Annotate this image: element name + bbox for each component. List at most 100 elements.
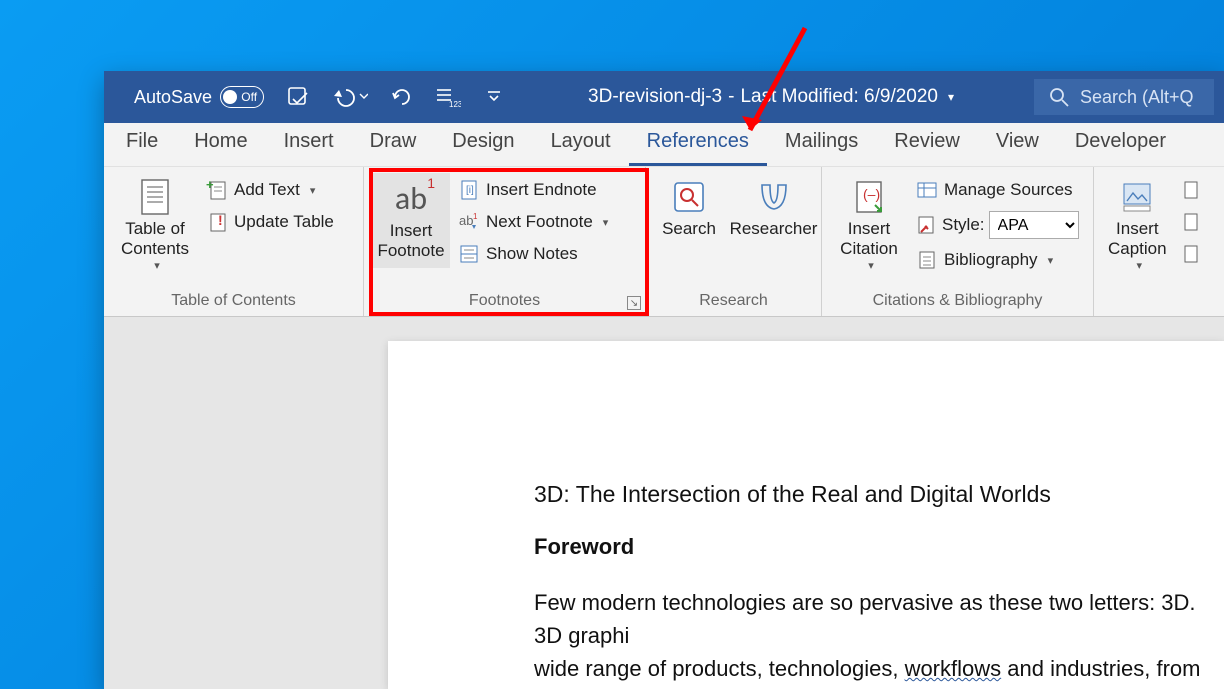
add-text-button[interactable]: + Add Text ▾	[202, 177, 338, 203]
group-label-toc: Table of Contents	[112, 288, 355, 316]
insert-endnote-button[interactable]: [i] Insert Endnote	[454, 177, 612, 203]
insert-footnote-icon: ab 1	[395, 179, 427, 219]
insert-citation-label: Insert Citation	[840, 219, 898, 260]
insert-caption-button[interactable]: Insert Caption▾	[1102, 173, 1173, 277]
update-table-label: Update Table	[234, 212, 334, 232]
tab-view[interactable]: View	[978, 120, 1057, 166]
group-label-citations: Citations & Bibliography	[830, 288, 1085, 316]
svg-text:(–): (–)	[863, 186, 880, 202]
chevron-down-icon: ▾	[310, 184, 316, 197]
autosave-control[interactable]: AutoSave Off	[134, 86, 264, 108]
group-label-footnotes: Footnotes	[372, 288, 637, 316]
svg-text:123: 123	[449, 100, 461, 108]
tab-mailings[interactable]: Mailings	[767, 120, 876, 166]
tab-layout[interactable]: Layout	[533, 120, 629, 166]
group-citations: (–) Insert Citation▾ Manage Sources	[822, 167, 1094, 316]
chevron-down-icon: ▾	[868, 260, 874, 273]
manage-sources-label: Manage Sources	[944, 180, 1073, 200]
next-footnote-label: Next Footnote	[486, 212, 593, 232]
doc-body: Few modern technologies are so pervasive…	[534, 586, 1224, 689]
next-footnote-icon: ab1	[458, 211, 480, 233]
tab-home[interactable]: Home	[176, 120, 265, 166]
style-dropdown[interactable]: Style: APA	[912, 209, 1083, 241]
style-label: Style:	[942, 215, 985, 235]
autosave-state: Off	[241, 90, 257, 104]
style-select[interactable]: APA	[989, 211, 1079, 239]
doc-icon	[1181, 243, 1203, 265]
svg-text:+: +	[206, 179, 214, 192]
doc-title: 3D: The Intersection of the Real and Dig…	[534, 481, 1224, 508]
insert-endnote-icon: [i]	[458, 179, 480, 201]
svg-text:!: !	[218, 212, 223, 228]
tab-references[interactable]: References	[629, 120, 767, 166]
tab-design[interactable]: Design	[434, 120, 532, 166]
toc-label: Table of Contents	[121, 219, 189, 260]
caption-extra-3[interactable]	[1177, 241, 1207, 267]
doc-name: 3D-revision-dj-3	[588, 86, 722, 108]
table-of-contents-button[interactable]: Table of Contents▾	[112, 173, 198, 277]
body-text: Few modern technologies are so pervasive…	[534, 590, 1196, 648]
svg-text:1: 1	[473, 212, 478, 221]
caption-extra-1[interactable]	[1177, 177, 1207, 203]
add-text-icon: +	[206, 179, 228, 201]
show-notes-label: Show Notes	[486, 244, 578, 264]
title-bar: AutoSave Off 123 3D-revision-	[104, 71, 1224, 123]
update-table-icon: !	[206, 211, 228, 233]
search-placeholder: Search (Alt+Q	[1080, 87, 1194, 108]
group-research: Search Researcher Research	[646, 167, 822, 316]
tab-developer[interactable]: Developer	[1057, 120, 1184, 166]
tab-draw[interactable]: Draw	[352, 120, 435, 166]
ribbon-tabs: File Home Insert Draw Design Layout Refe…	[104, 123, 1224, 167]
undo-icon[interactable]	[330, 83, 370, 111]
bibliography-icon	[916, 249, 938, 271]
insert-citation-icon: (–)	[849, 177, 889, 217]
researcher-label: Researcher	[730, 219, 818, 239]
chevron-down-icon: ▾	[154, 260, 160, 273]
insert-caption-label: Insert Caption	[1108, 219, 1167, 260]
chevron-down-icon: ▾	[1048, 254, 1054, 267]
chevron-down-icon: ▾	[1137, 260, 1143, 273]
autosave-toggle[interactable]: Off	[220, 86, 264, 108]
window-title: 3D-revision-dj-3 - Last Modified: 6/9/20…	[508, 86, 1034, 108]
manage-sources-icon	[916, 179, 938, 201]
insert-citation-button[interactable]: (–) Insert Citation▾	[830, 173, 908, 277]
footnotes-dialog-launcher[interactable]: ↘	[627, 296, 641, 310]
document-canvas[interactable]: 3D: The Intersection of the Real and Dig…	[104, 317, 1224, 689]
paragraph-spacing-icon[interactable]: 123	[434, 83, 462, 111]
modified-label[interactable]: Last Modified: 6/9/2020	[740, 86, 938, 108]
tab-review[interactable]: Review	[876, 120, 978, 166]
next-footnote-button[interactable]: ab1 Next Footnote ▾	[454, 209, 612, 235]
search-button[interactable]: Search	[654, 173, 724, 243]
add-text-label: Add Text	[234, 180, 300, 200]
caption-extra-2[interactable]	[1177, 209, 1207, 235]
customize-qat-icon[interactable]	[480, 83, 508, 111]
page[interactable]: 3D: The Intersection of the Real and Dig…	[388, 341, 1224, 689]
researcher-button[interactable]: Researcher	[734, 173, 813, 243]
manage-sources-button[interactable]: Manage Sources	[912, 177, 1083, 203]
body-text: wide range of products, technologies,	[534, 656, 905, 681]
quick-access-toolbar: 123	[284, 83, 508, 111]
tab-file[interactable]: File	[108, 120, 176, 166]
search-label: Search	[662, 219, 716, 239]
doc-icon	[1181, 211, 1203, 233]
show-notes-button[interactable]: Show Notes	[454, 241, 612, 267]
spellcheck-flag[interactable]: workflows	[905, 656, 1002, 681]
chevron-down-icon[interactable]: ▾	[948, 90, 954, 104]
doc-icon	[1181, 179, 1203, 201]
autosave-label: AutoSave	[134, 87, 212, 108]
search-icon	[1048, 86, 1070, 108]
toc-icon	[138, 177, 172, 217]
redo-icon[interactable]	[388, 83, 416, 111]
search-box[interactable]: Search (Alt+Q	[1034, 79, 1214, 115]
update-table-button[interactable]: ! Update Table	[202, 209, 338, 235]
tab-insert[interactable]: Insert	[266, 120, 352, 166]
title-sep: -	[728, 86, 734, 108]
show-notes-icon	[458, 243, 480, 265]
save-icon[interactable]	[284, 83, 312, 111]
group-footnotes: ab 1 Insert Footnote [i] Insert Endnote	[364, 167, 646, 316]
bibliography-button[interactable]: Bibliography ▾	[912, 247, 1083, 273]
style-icon	[916, 214, 938, 236]
doc-heading: Foreword	[534, 534, 1224, 560]
insert-footnote-button[interactable]: ab 1 Insert Footnote	[372, 173, 450, 268]
app-window: AutoSave Off 123 3D-revision-	[104, 71, 1224, 689]
